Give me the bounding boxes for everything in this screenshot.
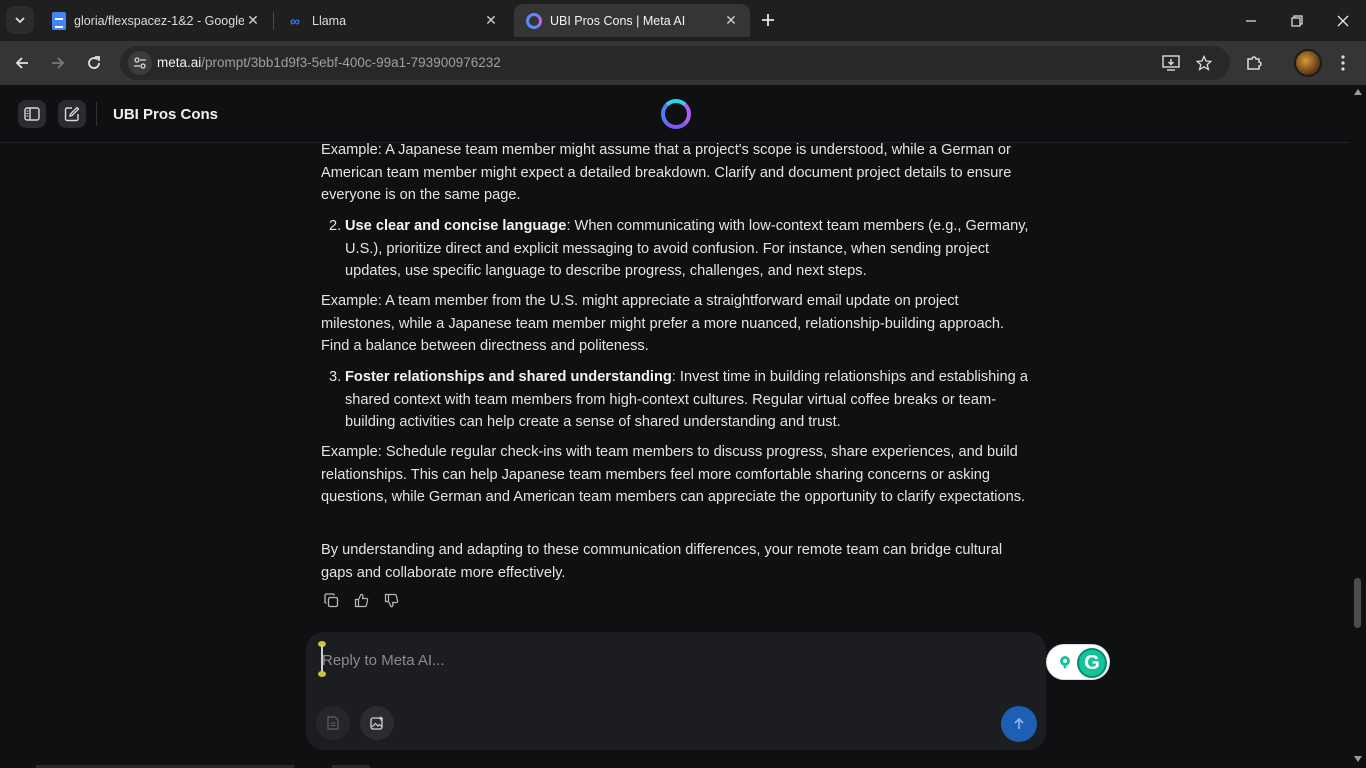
copy-icon — [323, 592, 338, 607]
message-paragraph: Example: A Japanese team member might as… — [321, 142, 1012, 204]
puzzle-icon — [1247, 56, 1262, 70]
message-actions — [322, 590, 400, 610]
restore-icon — [1291, 14, 1303, 27]
url-text: meta.ai/prompt/3bb1d9f3-5ebf-400c-99a1-7… — [157, 55, 501, 70]
reload-icon — [88, 56, 100, 69]
more-vertical-icon — [1341, 55, 1345, 71]
extensions-button[interactable] — [1242, 51, 1266, 75]
grammarly-suggestion-icon — [1060, 656, 1070, 669]
scroll-down-arrow[interactable] — [1354, 756, 1362, 762]
tab-llama[interactable]: ∞ Llama ✕ — [274, 4, 510, 37]
list-number: 3. — [329, 369, 342, 385]
profile-avatar[interactable] — [1294, 49, 1322, 77]
plus-icon — [762, 14, 774, 26]
tab-title: UBI Pros Cons | Meta AI — [550, 13, 686, 28]
message-paragraph: Example: Schedule regular check-ins with… — [321, 444, 1026, 506]
new-tab-button[interactable] — [756, 8, 780, 32]
install-app-icon[interactable] — [1161, 53, 1181, 73]
page-title: UBI Pros Cons — [113, 106, 219, 123]
forward-button[interactable] — [45, 50, 71, 76]
scroll-thumb[interactable] — [1354, 578, 1361, 628]
scroll-up-arrow[interactable] — [1354, 89, 1362, 95]
list-item-heading: Foster relationships and shared understa… — [345, 369, 672, 385]
bookmark-star-icon[interactable] — [1194, 53, 1214, 73]
reload-button[interactable] — [81, 50, 107, 76]
text-cursor — [318, 641, 326, 677]
cursor-stem — [321, 645, 323, 673]
address-bar[interactable]: meta.ai/prompt/3bb1d9f3-5ebf-400c-99a1-7… — [120, 46, 1230, 80]
image-icon — [370, 716, 383, 730]
send-button[interactable] — [1001, 706, 1037, 742]
site-settings-icon[interactable] — [128, 51, 152, 75]
attach-file-button[interactable] — [316, 706, 350, 740]
arrow-left-icon — [15, 57, 28, 69]
tab-meta-ai[interactable]: UBI Pros Cons | Meta AI ✕ — [514, 4, 750, 37]
list-item: 2. Use clear and concise language: When … — [321, 215, 1033, 283]
copy-button[interactable] — [322, 590, 340, 610]
grammarly-widget[interactable]: G — [1046, 644, 1110, 680]
browser-tab-strip: gloria/flexspacez-1&2 - Google ✕ ∞ Llama… — [0, 0, 1366, 41]
close-icon[interactable]: ✕ — [244, 12, 262, 30]
grammarly-logo-icon: G — [1077, 648, 1107, 678]
meta-icon: ∞ — [290, 12, 300, 29]
minimize-icon — [1246, 19, 1256, 22]
meta-ai-logo-icon — [661, 99, 691, 129]
page-scrollbar[interactable] — [1350, 85, 1366, 768]
file-icon — [327, 716, 339, 730]
arrow-right-icon — [52, 57, 65, 69]
tab-title: gloria/flexspacez-1&2 - Google — [74, 13, 244, 28]
new-chat-button[interactable] — [58, 100, 86, 128]
tab-search-button[interactable] — [6, 6, 34, 34]
attach-image-button[interactable] — [360, 706, 394, 740]
close-icon[interactable]: ✕ — [722, 12, 740, 30]
chevron-down-icon — [15, 17, 25, 24]
header-divider — [96, 102, 97, 126]
thumbs-down-icon — [384, 593, 398, 607]
close-icon — [1337, 15, 1349, 26]
tab-title: Llama — [312, 13, 347, 28]
back-button[interactable] — [9, 50, 35, 76]
meta-ai-icon — [526, 12, 542, 29]
cursor-bottom — [318, 671, 326, 677]
thumbs-down-button[interactable] — [382, 590, 400, 610]
restore-button[interactable] — [1274, 0, 1320, 41]
assistant-message: Example: A Japanese team member might as… — [321, 142, 1033, 613]
app-header: UBI Pros Cons — [0, 85, 1350, 143]
thumbs-up-button[interactable] — [352, 590, 370, 610]
message-paragraph: By understanding and adapting to these c… — [321, 542, 1003, 581]
browser-toolbar: meta.ai/prompt/3bb1d9f3-5ebf-400c-99a1-7… — [0, 41, 1366, 85]
edit-icon — [64, 106, 80, 122]
sidebar-icon — [24, 107, 40, 121]
arrow-up-icon — [1014, 718, 1024, 729]
google-docs-icon — [52, 11, 66, 30]
reply-input[interactable] — [322, 648, 1022, 672]
url-path: /prompt/3bb1d9f3-5ebf-400c-99a1-79390097… — [201, 55, 501, 70]
url-host: meta.ai — [157, 55, 202, 70]
thumbs-up-icon — [354, 593, 368, 607]
list-item: 3. Foster relationships and shared under… — [321, 366, 1033, 434]
toggle-sidebar-button[interactable] — [18, 100, 46, 128]
close-icon[interactable]: ✕ — [482, 12, 500, 30]
browser-menu-button[interactable] — [1331, 51, 1355, 75]
minimize-button[interactable] — [1228, 0, 1274, 41]
message-paragraph: Example: A team member from the U.S. mig… — [321, 293, 1005, 355]
list-item-heading: Use clear and concise language — [345, 218, 567, 234]
close-window-button[interactable] — [1320, 0, 1366, 41]
list-number: 2. — [329, 218, 342, 234]
tab-google-docs[interactable]: gloria/flexspacez-1&2 - Google ✕ — [40, 4, 272, 37]
